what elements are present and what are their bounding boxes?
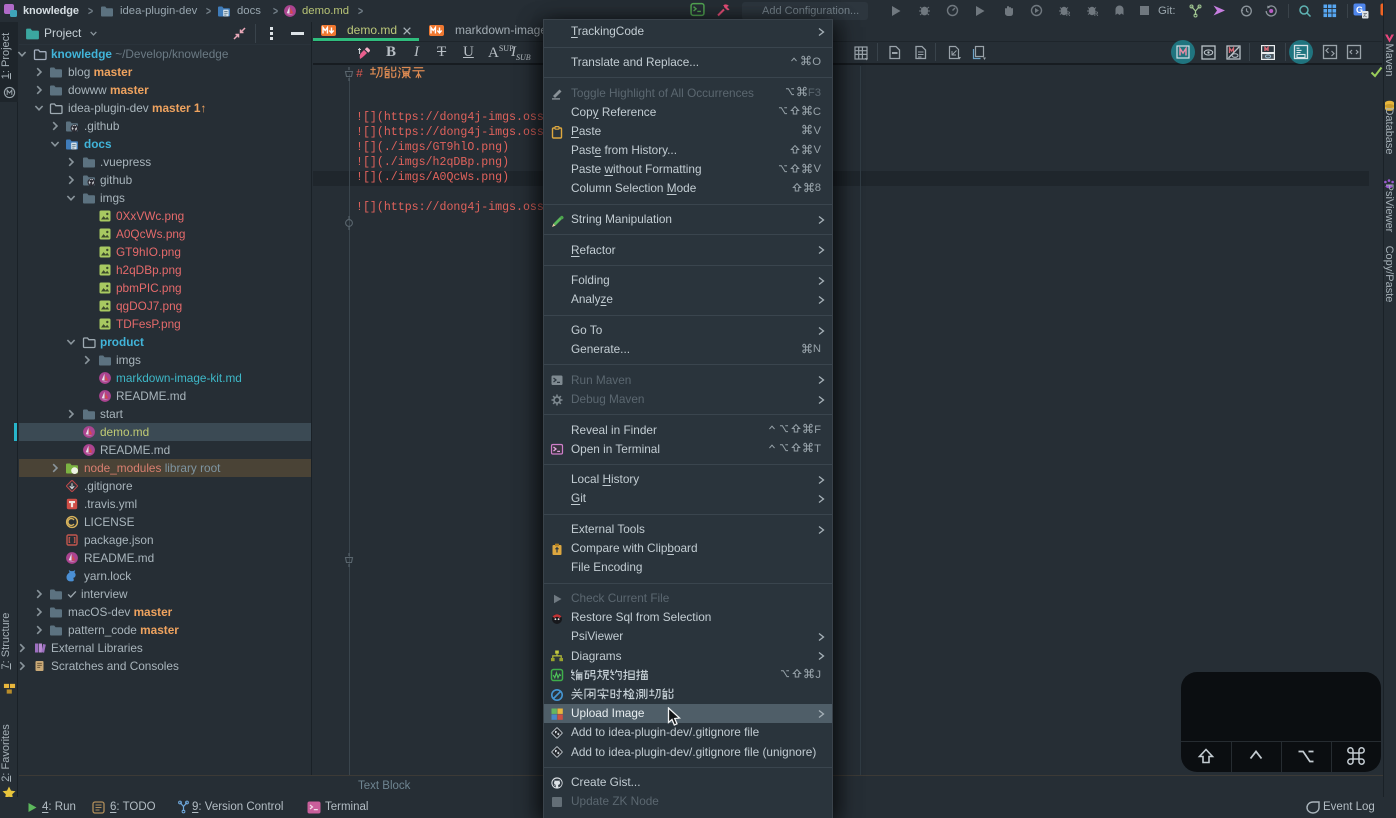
svg-text:G: G — [1356, 5, 1363, 15]
svg-text:R: R — [1094, 12, 1099, 17]
svg-text:R: R — [1066, 12, 1071, 17]
